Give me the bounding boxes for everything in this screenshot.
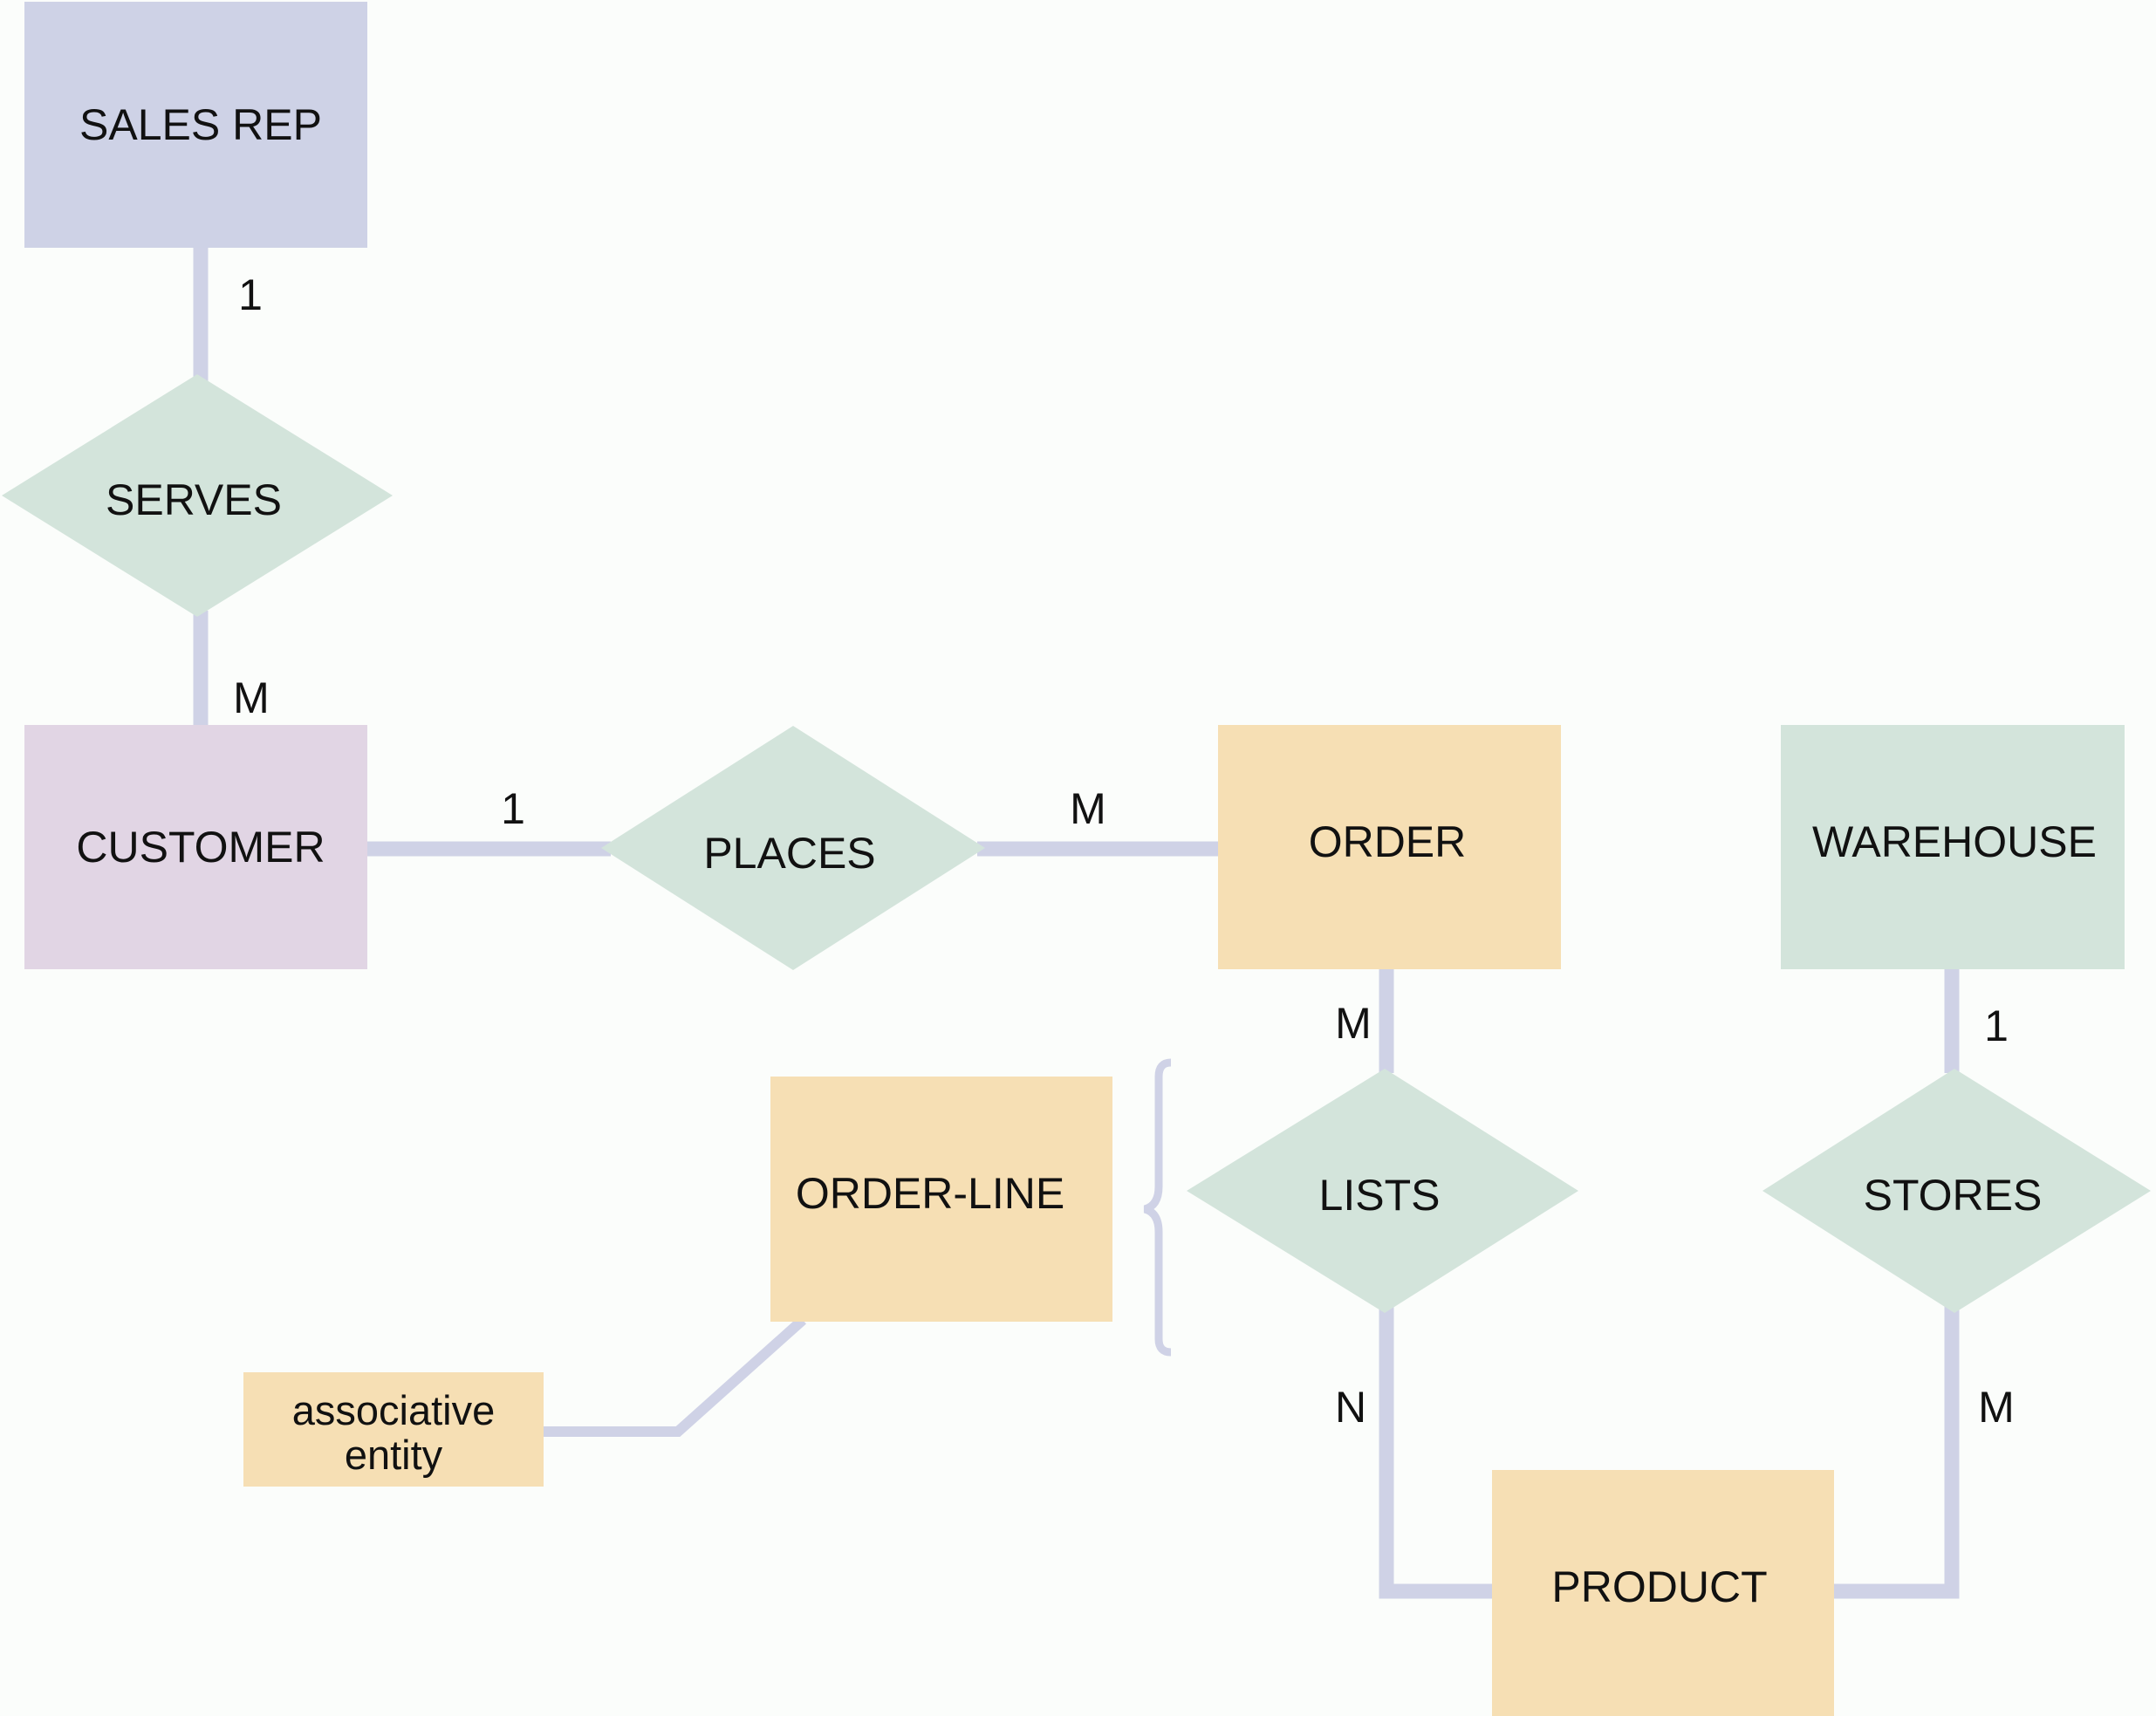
entity-order[interactable]: ORDER [1218,725,1561,969]
cardinality-places-order: M [1070,784,1106,833]
note-line-2: entity [345,1432,443,1478]
relationship-label: SERVES [106,475,282,524]
connector-note-orderline [544,1316,807,1437]
note-line-1: associative [292,1387,496,1433]
cardinality-stores-product: M [1978,1383,2015,1432]
entity-warehouse[interactable]: WAREHOUSE [1781,725,2125,969]
relationship-label: PLACES [703,829,875,878]
relationship-serves[interactable]: SERVES [2,374,393,617]
cardinality-order-lists: M [1335,999,1372,1048]
entity-customer[interactable]: CUSTOMER [24,725,367,969]
relationship-stores[interactable]: STORES [1762,1069,2151,1313]
relationship-lists[interactable]: LISTS [1187,1069,1578,1313]
relationship-places[interactable]: PLACES [601,726,985,970]
entity-label: SALES REP [79,100,322,149]
entity-sales-rep[interactable]: SALES REP [24,2,367,248]
entity-label: ORDER-LINE [796,1169,1064,1218]
cardinality-warehouse-stores: 1 [1984,1002,2009,1050]
er-diagram: SALES REP CUSTOMER ORDER WAREHOUSE ORDER… [2,2,2151,1716]
cardinality-salesrep-serves: 1 [238,270,263,319]
entity-label: CUSTOMER [76,823,325,872]
cardinality-serves-customer: M [233,673,270,722]
cardinality-customer-places: 1 [501,784,525,833]
cardinality-lists-product: N [1335,1383,1366,1432]
entity-label: ORDER [1309,817,1467,866]
entity-order-line[interactable]: ORDER-LINE [770,1077,1112,1322]
note-associative-entity: associative entity [243,1372,544,1487]
connector-stores-product [1834,1304,1960,1599]
associative-brace [1143,1058,1172,1357]
entity-label: WAREHOUSE [1812,817,2097,866]
connector-lists-product [1379,1304,1492,1599]
relationship-label: STORES [1864,1171,2043,1220]
entity-product[interactable]: PRODUCT [1492,1470,1834,1716]
entity-label: PRODUCT [1551,1562,1767,1611]
relationship-label: LISTS [1319,1171,1441,1220]
